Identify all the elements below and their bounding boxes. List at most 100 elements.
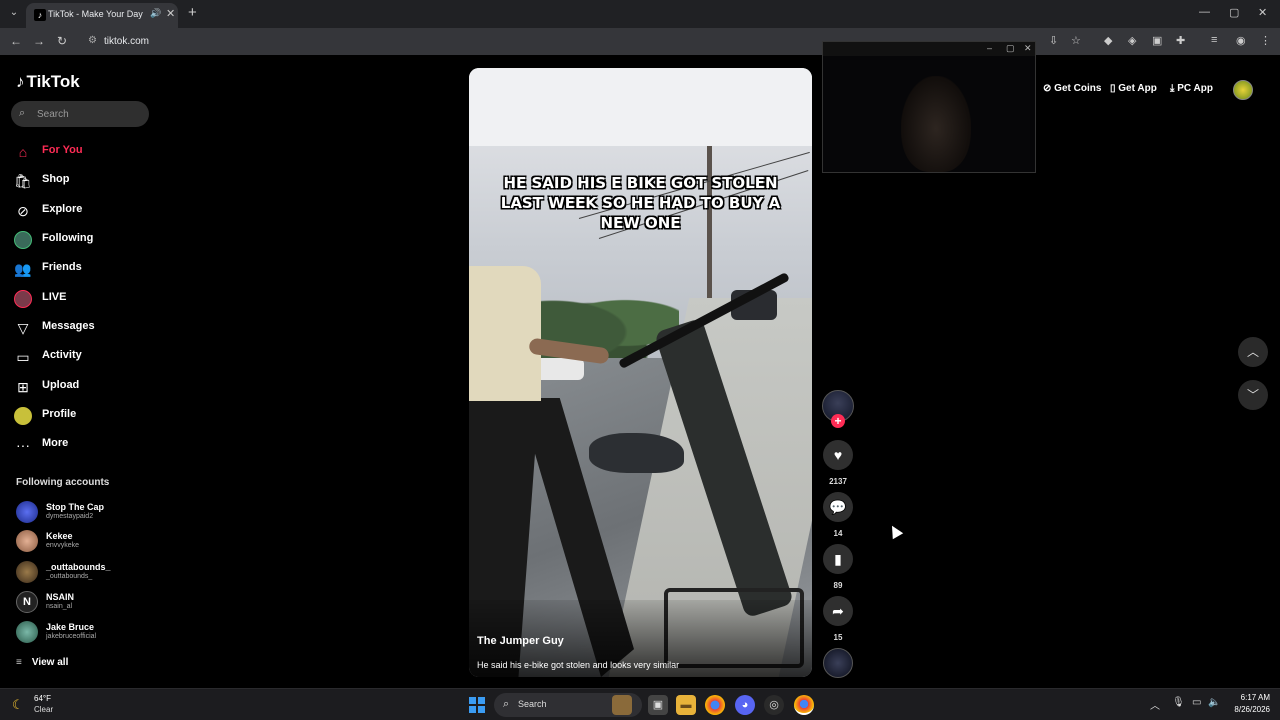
reload-icon[interactable]: ↻	[57, 34, 67, 48]
tiktok-favicon-icon: ♪	[34, 9, 46, 21]
chrome-active-icon[interactable]	[794, 695, 814, 715]
get-coins-label: Get Coins	[1054, 83, 1102, 94]
view-all-link[interactable]: ≡ View all	[16, 657, 68, 668]
nav-more[interactable]: ··· More	[14, 434, 174, 456]
like-button[interactable]: ♥	[823, 440, 853, 470]
account-handle: dymestaypaid2	[46, 513, 94, 520]
tab-audio-icon[interactable]: 🔊	[150, 8, 161, 19]
pc-app-link[interactable]: ⤓ PC App	[1170, 83, 1213, 94]
extension-icon[interactable]: ◆	[1104, 34, 1112, 47]
weather-temperature[interactable]: 64°F	[34, 694, 51, 703]
obs-icon[interactable]: ◎	[764, 695, 784, 715]
clock-date[interactable]: 8/26/2026	[1222, 705, 1270, 714]
video-author[interactable]: The Jumper Guy	[477, 635, 564, 647]
account-item[interactable]: N NSAIN nsain_al	[16, 591, 166, 617]
get-app-label: Get App	[1118, 83, 1157, 94]
nav-messages[interactable]: ▽ Messages	[14, 317, 174, 339]
avatar	[16, 501, 38, 523]
next-video-button[interactable]: ﹀	[1238, 380, 1268, 410]
nav-friends[interactable]: 👥 Friends	[14, 258, 174, 280]
account-handle: _outtabounds_	[46, 573, 93, 580]
nav-label: For You	[42, 144, 83, 156]
extension-icon[interactable]: ◈	[1128, 34, 1136, 47]
task-view-icon[interactable]: ▣	[648, 695, 668, 715]
get-app-link[interactable]: ▯ Get App	[1110, 83, 1157, 94]
tray-chevron-icon[interactable]: ︿	[1150, 697, 1160, 712]
chrome-icon[interactable]	[705, 695, 725, 715]
new-tab-icon[interactable]: +	[188, 4, 197, 21]
nav-upload[interactable]: ⊞ Upload	[14, 376, 174, 398]
maximize-icon[interactable]: ▢	[1229, 6, 1239, 19]
video-caption-overlay: HE SAID HIS E BIKE GOT STOLEN LAST WEEK …	[500, 174, 781, 232]
shopping-bag-icon: 🛍	[14, 173, 32, 189]
browser-toolbar: ← → ↻ ⚙ tiktok.com ⇩ ☆ ◆ ◈ ▣ ✚ ≡ ◉ ⋮	[0, 28, 1280, 55]
start-tile	[469, 706, 476, 713]
windows-start-button[interactable]	[469, 697, 485, 713]
nav-label: Activity	[42, 349, 82, 361]
moon-icon[interactable]: ☾	[12, 697, 24, 713]
nav-live[interactable]: LIVE	[14, 288, 174, 310]
nav-shop[interactable]: 🛍 Shop	[14, 170, 174, 192]
extension-icon[interactable]: ▣	[1152, 34, 1162, 47]
account-item[interactable]: Kekee envvykeke	[16, 530, 166, 556]
follow-plus-icon[interactable]: +	[831, 414, 845, 428]
search-input[interactable]	[37, 101, 145, 127]
display-icon[interactable]: ▭	[1192, 697, 1201, 708]
nav-for-you[interactable]: ⌂ For You	[14, 141, 174, 163]
webcam-titlebar[interactable]: – ▢ ✕	[823, 42, 1035, 56]
avatar	[16, 530, 38, 552]
view-all-label: View all	[31, 657, 69, 668]
video-player[interactable]: HE SAID HIS E BIKE GOT STOLEN LAST WEEK …	[469, 68, 812, 677]
forward-icon[interactable]: →	[33, 34, 45, 48]
account-name: Jake Bruce	[46, 622, 95, 632]
previous-video-button[interactable]: ︿	[1238, 337, 1268, 367]
address-bar[interactable]: tiktok.com	[104, 36, 149, 47]
nav-activity[interactable]: ▭ Activity	[14, 346, 174, 368]
user-avatar[interactable]	[1233, 80, 1253, 100]
file-explorer-icon[interactable]: ▬	[676, 695, 696, 715]
nav-following[interactable]: Following	[14, 229, 174, 251]
tiktok-note-icon: ♪	[16, 72, 25, 91]
comment-button[interactable]: 💬	[823, 492, 853, 522]
start-tile	[478, 697, 485, 704]
reading-list-icon[interactable]: ≡	[1211, 34, 1217, 46]
search-icon: ⌕	[19, 107, 26, 119]
volume-icon[interactable]: 🔈	[1208, 697, 1220, 708]
nav-explore[interactable]: ⊘ Explore	[14, 200, 174, 222]
search-box[interactable]: ⌕	[11, 101, 149, 127]
install-icon[interactable]: ⇩	[1049, 34, 1058, 47]
account-item[interactable]: Jake Bruce jakebruceofficial	[16, 621, 166, 647]
account-item[interactable]: Stop The Cap dymestaypaid2	[16, 501, 166, 527]
maximize-icon[interactable]: ▢	[1006, 43, 1015, 54]
share-button[interactable]: ➦	[823, 596, 853, 626]
weather-condition[interactable]: Clear	[34, 705, 53, 714]
nav-profile[interactable]: Profile	[14, 405, 174, 427]
save-button[interactable]: ▮	[823, 544, 853, 574]
avatar	[16, 621, 38, 643]
music-disc-icon[interactable]	[823, 648, 853, 678]
clock-time[interactable]: 6:17 AM	[1228, 693, 1270, 702]
nav-label: Profile	[42, 408, 77, 420]
bookmark-star-icon[interactable]: ☆	[1071, 34, 1081, 47]
menu-dots-icon[interactable]: ⋮	[1260, 34, 1271, 47]
tiktok-logo[interactable]: ♪ TikTok	[16, 72, 80, 92]
microphone-icon[interactable]: 🎙	[1172, 697, 1185, 708]
save-count: 89	[833, 581, 843, 590]
profile-icon[interactable]: ◉	[1236, 34, 1246, 47]
search-highlight-icon[interactable]	[612, 695, 632, 715]
tab-close-icon[interactable]: ✕	[166, 7, 175, 20]
close-window-icon[interactable]: ✕	[1258, 6, 1267, 19]
tab-search-icon[interactable]: ⌄	[6, 5, 22, 21]
close-icon[interactable]: ✕	[1024, 43, 1032, 54]
bookmark-icon: ▮	[834, 551, 842, 567]
minimize-icon[interactable]: —	[1199, 6, 1210, 18]
site-info-icon[interactable]: ⚙	[88, 35, 97, 46]
webcam-window[interactable]: – ▢ ✕	[822, 41, 1036, 173]
browser-tab[interactable]: ♪ TikTok - Make Your Day 🔊 ✕	[26, 3, 178, 28]
discord-icon[interactable]: ◕	[735, 695, 755, 715]
back-icon[interactable]: ←	[10, 34, 22, 48]
account-item[interactable]: _outtabounds_ _outtabounds_	[16, 561, 166, 587]
puzzle-icon[interactable]: ✚	[1176, 34, 1185, 47]
get-coins-link[interactable]: ⊘ Get Coins	[1043, 83, 1101, 94]
minimize-icon[interactable]: –	[987, 43, 992, 53]
